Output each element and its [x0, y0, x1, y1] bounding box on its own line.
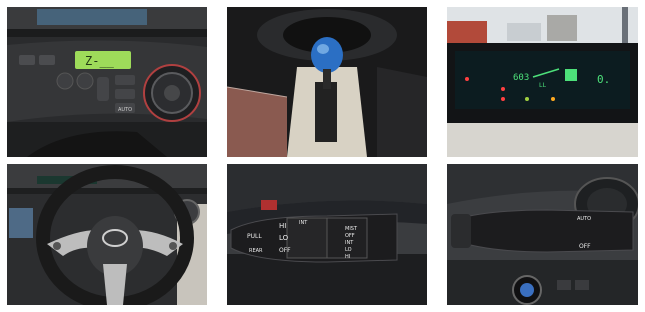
steering-wheel-image	[7, 164, 207, 305]
wiper-front-off-label: OFF	[345, 233, 355, 239]
wiper-front-hi-label: HI	[345, 254, 350, 260]
photo-steering-wheel	[7, 164, 207, 305]
wiper-pull-label: PULL	[247, 233, 262, 240]
wiper-int-label: INT	[299, 220, 308, 226]
light-stalk-image: AUTO OFF	[447, 164, 638, 305]
wiper-rear-label: REAR	[249, 248, 263, 254]
light-off-label: OFF	[579, 243, 591, 250]
photo-climate-panel: Z-__ AUTO	[7, 7, 207, 157]
trip-readout: 0.	[597, 73, 610, 86]
wiper-front-int-label: INT	[345, 240, 354, 246]
dashboard-image: 603 LL 0.	[447, 7, 638, 157]
wiper-hi-label: HI	[279, 222, 286, 230]
shift-knob-image	[227, 7, 427, 157]
photo-shift-knob	[227, 7, 427, 157]
speed-readout: 603	[513, 73, 529, 83]
photo-light-stalk: AUTO OFF	[447, 164, 638, 305]
climate-panel-image: Z-__ AUTO	[7, 7, 207, 157]
wiper-lo-label: LO	[279, 234, 289, 242]
photo-dashboard: 603 LL 0.	[447, 7, 638, 157]
auto-button-label: AUTO	[118, 107, 132, 113]
wiper-off-label: OFF	[279, 247, 291, 254]
photo-wiper-stalk: PULL HI LO REAR OFF INT MIST OFF INT LO …	[227, 164, 427, 305]
wiper-front-lo-label: LO	[345, 247, 352, 253]
climate-lcd-text: Z-__	[85, 54, 115, 68]
wiper-stalk-image: PULL HI LO REAR OFF INT MIST OFF INT LO …	[227, 164, 427, 305]
light-auto-label: AUTO	[577, 216, 591, 222]
dashboard-readout: LL	[539, 82, 547, 89]
wiper-mist-label: MIST	[345, 226, 358, 232]
